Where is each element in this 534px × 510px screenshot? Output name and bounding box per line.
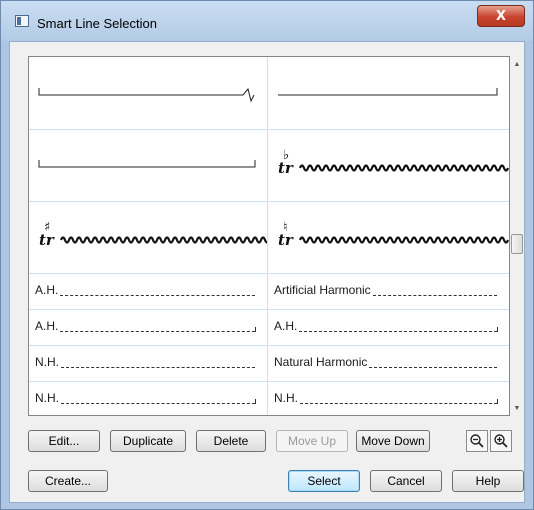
app-icon (15, 15, 29, 27)
line-preview-graphic (38, 160, 256, 168)
accidental-symbol: ♭ (283, 148, 289, 163)
line-end-hook (497, 327, 498, 332)
smart-line-item[interactable]: A.H. (268, 309, 509, 345)
title-bar: Smart Line Selection X (1, 1, 533, 41)
smart-line-grid: tr ♭ tr ♯ tr ♮ A.H. Artificial Harmonic A.H. A.H.… (29, 57, 509, 415)
smart-line-label: N.H. (274, 391, 298, 405)
trill-wave (298, 236, 509, 244)
smart-line-item[interactable]: tr ♯ (29, 201, 267, 273)
smart-line-label: N.H. (35, 355, 59, 369)
line-preview-graphic: tr♮ (278, 220, 509, 249)
delete-button[interactable]: Delete (196, 430, 266, 452)
create-button[interactable]: Create... (28, 470, 108, 492)
line-end-hook (497, 399, 498, 404)
smart-line-label: A.H. (35, 283, 59, 297)
smart-line-list[interactable]: tr ♭ tr ♯ tr ♮ A.H. Artificial Harmonic A.H. A.H.… (28, 56, 510, 416)
accidental-symbol: ♮ (283, 220, 288, 235)
zoom-out-icon (470, 434, 484, 448)
line-preview-graphic: tr♭ (278, 148, 509, 177)
smart-line-item[interactable]: tr ♮ (268, 201, 509, 273)
zoom-in-icon (494, 434, 508, 448)
line-preview-graphic: tr♯ (39, 220, 267, 249)
scroll-up-arrow-icon[interactable]: ▲ (510, 56, 524, 72)
dashed-line (369, 367, 497, 368)
smart-line-item[interactable] (29, 129, 267, 201)
dialog-window: Smart Line Selection X tr ♭ tr ♯ tr ♮ A.H. Arti… (0, 0, 534, 510)
line-end-hook (255, 327, 256, 332)
smart-line-item[interactable]: A.H. (29, 273, 267, 309)
smart-line-label: A.H. (35, 319, 59, 333)
smart-line-item[interactable] (268, 57, 509, 129)
smart-line-item[interactable]: Natural Harmonic (268, 345, 509, 381)
line-preview-graphic (278, 88, 498, 96)
move-down-button[interactable]: Move Down (356, 430, 430, 452)
move-up-button[interactable]: Move Up (276, 430, 348, 452)
trill-wave (59, 236, 267, 244)
dashed-line (299, 331, 497, 332)
dashed-line (61, 403, 255, 404)
smart-line-label: Artificial Harmonic (274, 283, 371, 297)
line-end-hook (255, 399, 256, 404)
dashed-line (60, 331, 255, 332)
duplicate-button[interactable]: Duplicate (110, 430, 186, 452)
dashed-line (61, 367, 255, 368)
smart-line-item[interactable]: Artificial Harmonic (268, 273, 509, 309)
smart-line-label: N.H. (35, 391, 59, 405)
smart-line-item[interactable]: N.H. (268, 381, 509, 415)
smart-line-item[interactable]: tr ♭ (268, 129, 509, 201)
smart-line-item[interactable]: N.H. (29, 345, 267, 381)
zoom-in-button[interactable] (490, 430, 512, 452)
line-preview-graphic (38, 87, 255, 103)
edit-button[interactable]: Edit... (28, 430, 100, 452)
cancel-button[interactable]: Cancel (370, 470, 442, 492)
close-button[interactable]: X (477, 5, 525, 27)
dashed-line (300, 403, 497, 404)
help-button[interactable]: Help (452, 470, 524, 492)
smart-line-item[interactable] (29, 57, 267, 129)
trill-wave (298, 164, 509, 172)
dashed-line (60, 295, 255, 296)
scroll-down-arrow-icon[interactable]: ▼ (510, 400, 524, 416)
smart-line-label: Natural Harmonic (274, 355, 368, 369)
vertical-scrollbar[interactable]: ▲ ▼ (510, 56, 524, 416)
zoom-out-button[interactable] (466, 430, 488, 452)
accidental-symbol: ♯ (44, 220, 50, 235)
dashed-line (373, 295, 497, 296)
scroll-thumb[interactable] (511, 234, 523, 254)
window-title: Smart Line Selection (37, 16, 157, 31)
smart-line-label: A.H. (274, 319, 298, 333)
smart-line-item[interactable]: N.H. (29, 381, 267, 415)
select-button[interactable]: Select (288, 470, 360, 492)
smart-line-item[interactable]: A.H. (29, 309, 267, 345)
dialog-body: tr ♭ tr ♯ tr ♮ A.H. Artificial Harmonic A.H. A.H.… (9, 41, 525, 503)
